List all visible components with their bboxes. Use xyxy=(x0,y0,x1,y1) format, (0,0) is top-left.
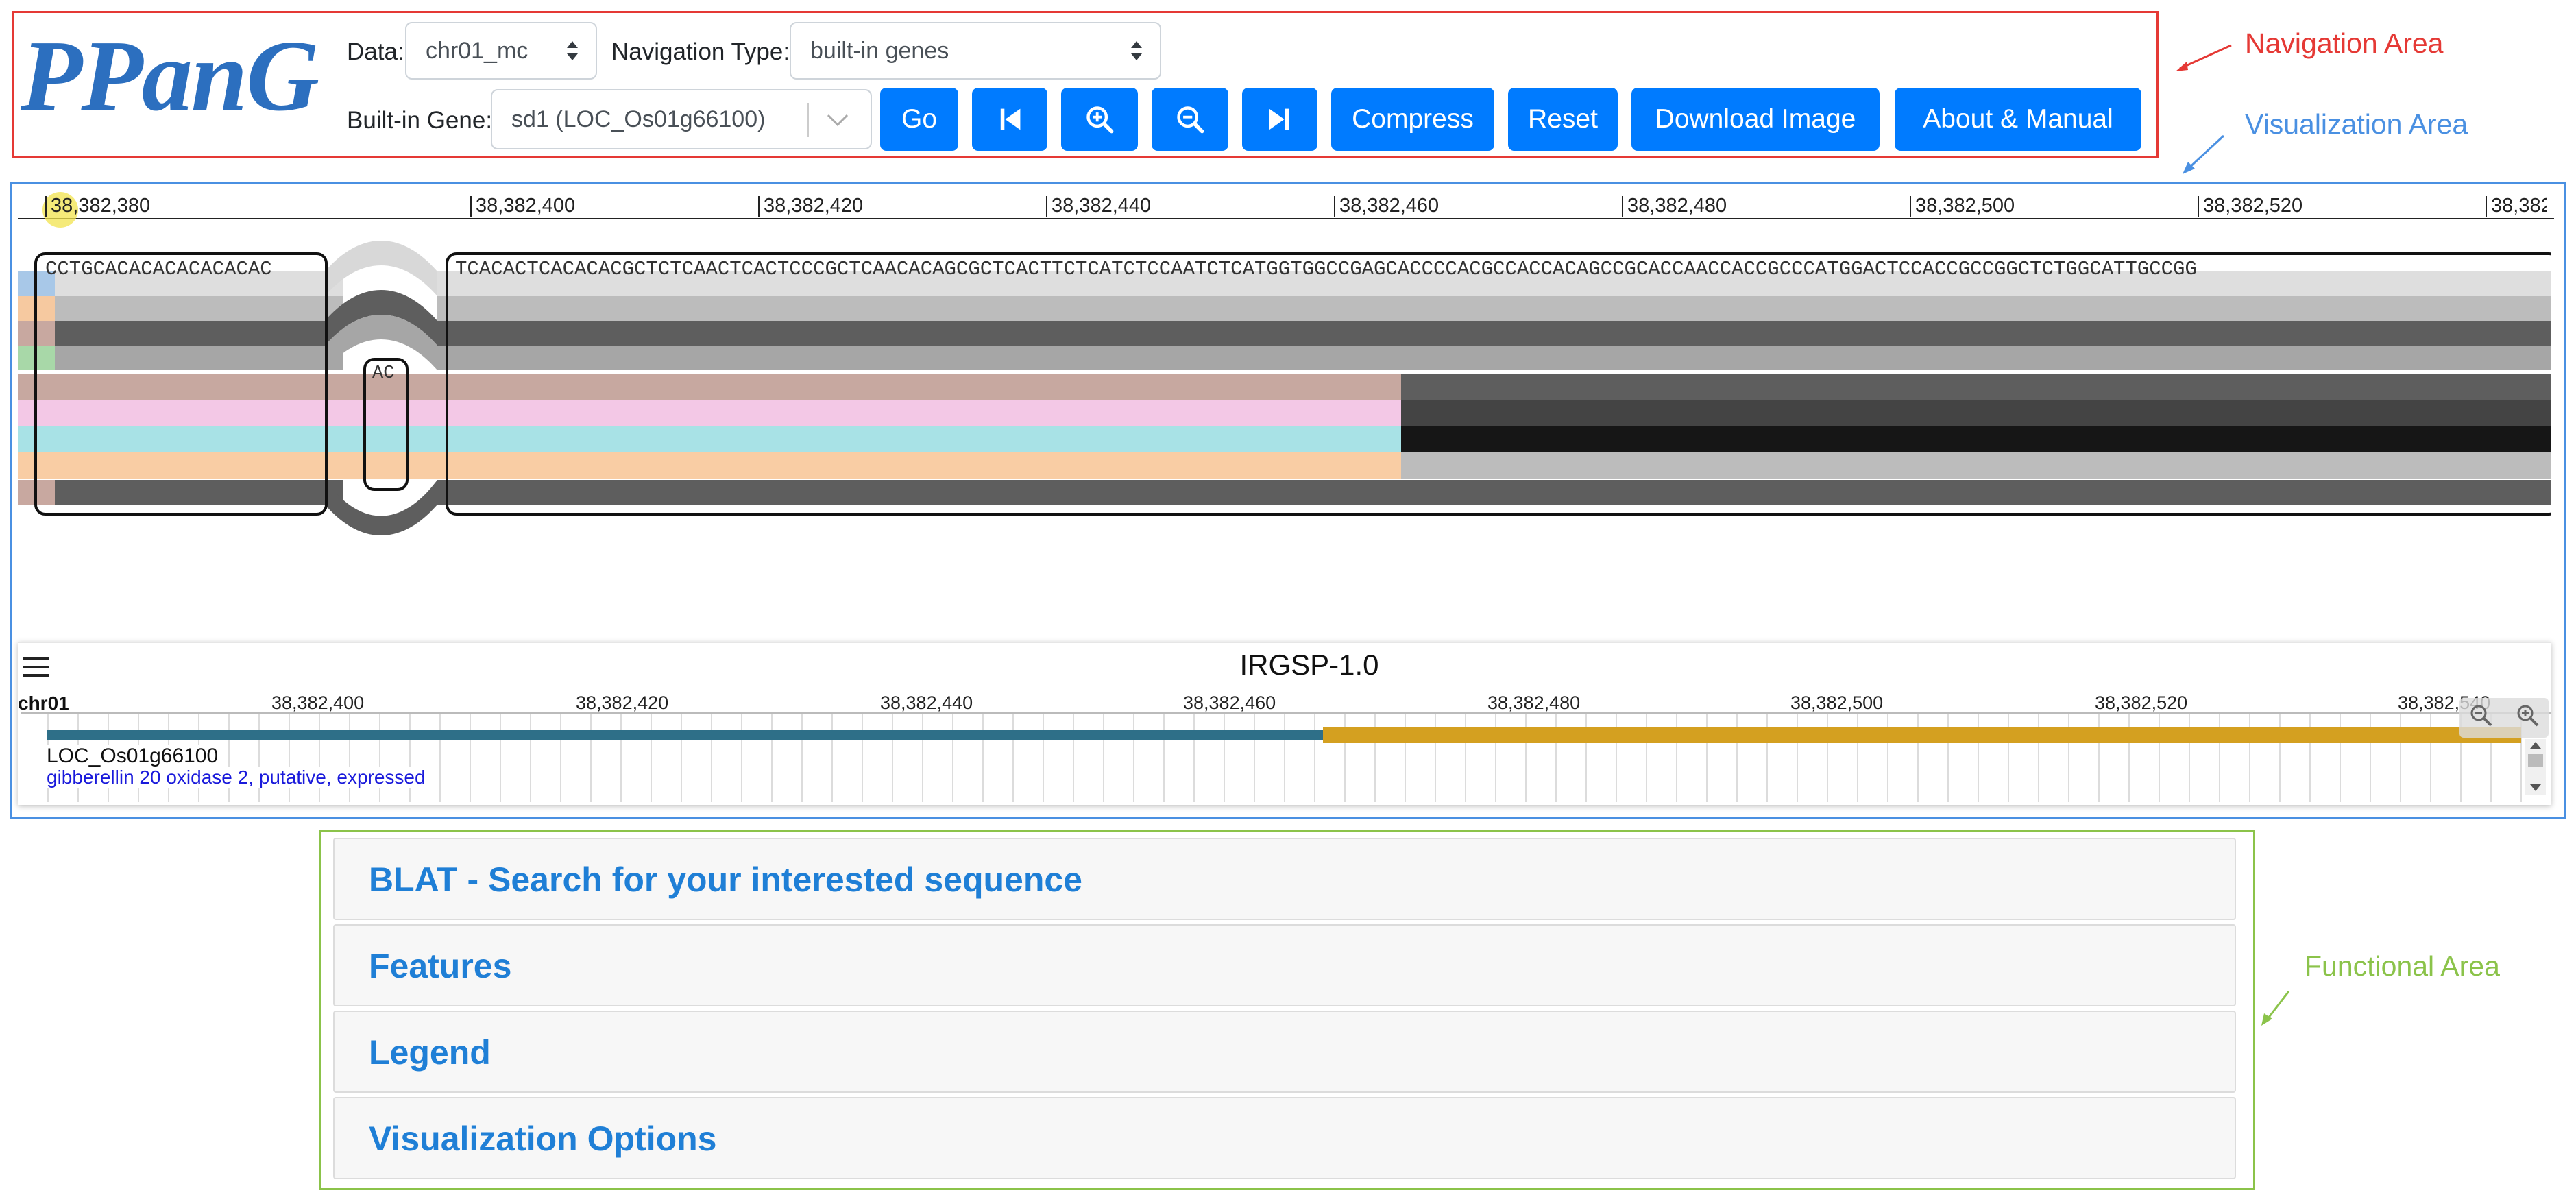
ruler-tick-label: 38,382,420 xyxy=(758,195,863,217)
genome-tick-label: 38,382,460 xyxy=(1183,692,1276,713)
compress-button[interactable]: Compress xyxy=(1331,88,1494,151)
gene-id-label: LOC_Os01g66100 xyxy=(47,745,219,768)
reset-button[interactable]: Reset xyxy=(1508,88,1618,151)
graph-node-sequence: CCTGCACACACACACACAC xyxy=(45,258,272,280)
select-caret-icon xyxy=(1131,41,1142,60)
accordion-visualization-options[interactable]: Visualization Options xyxy=(333,1097,2236,1179)
navigation-area-arrow-icon xyxy=(2176,44,2232,71)
genome-tick-label: 38,382,500 xyxy=(1790,692,1884,713)
data-select[interactable]: chr01_mc xyxy=(405,22,597,80)
graph-node-sequence: TCACACTCACACACGCTCTCAACTCACTCCCGCTCAACAC… xyxy=(455,258,2197,280)
browser-zoom-in-icon[interactable] xyxy=(2516,703,2540,728)
select-separator xyxy=(807,103,809,137)
ruler-tick-label: 38,382,480 xyxy=(1622,195,1727,217)
accordion-legend[interactable]: Legend xyxy=(333,1011,2236,1093)
ruler-tick-label: 38,382,540 xyxy=(2486,195,2547,217)
ruler-tick-label: 38,382,460 xyxy=(1334,195,1439,217)
genome-tick-label: 38,382,420 xyxy=(576,692,669,713)
hamburger-menu-icon[interactable] xyxy=(21,655,52,679)
select-caret-icon xyxy=(567,41,578,60)
ppang-logo: PPanG xyxy=(21,20,319,132)
accordion-blat[interactable]: BLAT - Search for your interested sequen… xyxy=(333,838,2236,920)
chevron-down-icon xyxy=(827,114,849,127)
accordion-blat-title: BLAT - Search for your interested sequen… xyxy=(369,860,1082,899)
visualization-area-label: Visualization Area xyxy=(2245,108,2468,140)
genome-tick-label: 38,382,400 xyxy=(271,692,365,713)
functional-area-label: Functional Area xyxy=(2305,950,2500,982)
accordion-features[interactable]: Features xyxy=(333,924,2236,1006)
ruler-axis xyxy=(18,218,2554,219)
navigation-area-label: Navigation Area xyxy=(2245,27,2444,59)
ruler-tick-label: 38,382,400 xyxy=(470,195,575,217)
first-page-icon xyxy=(1000,108,1021,130)
builtin-gene-select[interactable]: sd1 (LOC_Os01g66100) xyxy=(491,89,872,149)
accordion-features-title: Features xyxy=(369,947,512,985)
functional-area-arrow-icon xyxy=(2261,991,2290,1026)
builtin-gene-value: sd1 (LOC_Os01g66100) xyxy=(511,106,766,132)
last-page-icon xyxy=(1269,108,1289,130)
accordion-visualization-options-title: Visualization Options xyxy=(369,1120,717,1158)
genome-tick-label: 38,382,440 xyxy=(880,692,973,713)
ruler-tick-label: 38,382,500 xyxy=(1910,195,2015,217)
ruler-tick-label: 38,382,520 xyxy=(2198,195,2302,217)
last-button[interactable] xyxy=(1242,88,1317,151)
zoom-out-icon xyxy=(1177,106,1204,134)
genome-browser-title: IRGSP-1.0 xyxy=(1239,649,1379,681)
navigation-type-label: Navigation Type: xyxy=(611,38,790,65)
genome-tick-label: 38,382,520 xyxy=(2095,692,2188,713)
scroll-up-icon[interactable] xyxy=(2529,740,2542,750)
first-button[interactable] xyxy=(972,88,1047,151)
visualization-area-arrow-icon xyxy=(2183,134,2225,174)
navigation-type-select[interactable]: built-in genes xyxy=(790,22,1161,80)
about-manual-button[interactable]: About & Manual xyxy=(1895,88,2141,151)
zoom-in-button[interactable] xyxy=(1061,88,1138,151)
browser-zoom-out-icon[interactable] xyxy=(2469,703,2494,728)
accordion-legend-title: Legend xyxy=(369,1033,491,1072)
genome-tick-label: 38,382,480 xyxy=(1487,692,1581,713)
data-select-value: chr01_mc xyxy=(426,37,528,64)
ruler-tick-label: 38,382,380 xyxy=(45,195,150,217)
gene-description-label: gibberellin 20 oxidase 2, putative, expr… xyxy=(47,767,426,788)
gene-utr-feature[interactable] xyxy=(47,730,1323,740)
ruler-tick-label: 38,382,440 xyxy=(1046,195,1151,217)
graph-node-sequence: AC xyxy=(372,363,395,384)
builtin-gene-label: Built-in Gene: xyxy=(347,107,493,134)
browser-scrollbar[interactable] xyxy=(2525,739,2546,795)
go-button[interactable]: Go xyxy=(880,88,958,151)
download-image-button[interactable]: Download Image xyxy=(1631,88,1880,151)
zoom-in-icon xyxy=(1086,106,1114,134)
navigation-type-value: built-in genes xyxy=(810,37,949,64)
scroll-down-icon[interactable] xyxy=(2529,783,2542,793)
data-label: Data: xyxy=(347,38,404,65)
scrollbar-thumb[interactable] xyxy=(2528,754,2543,767)
zoom-out-button[interactable] xyxy=(1152,88,1228,151)
gene-cds-feature[interactable] xyxy=(1323,727,2521,743)
